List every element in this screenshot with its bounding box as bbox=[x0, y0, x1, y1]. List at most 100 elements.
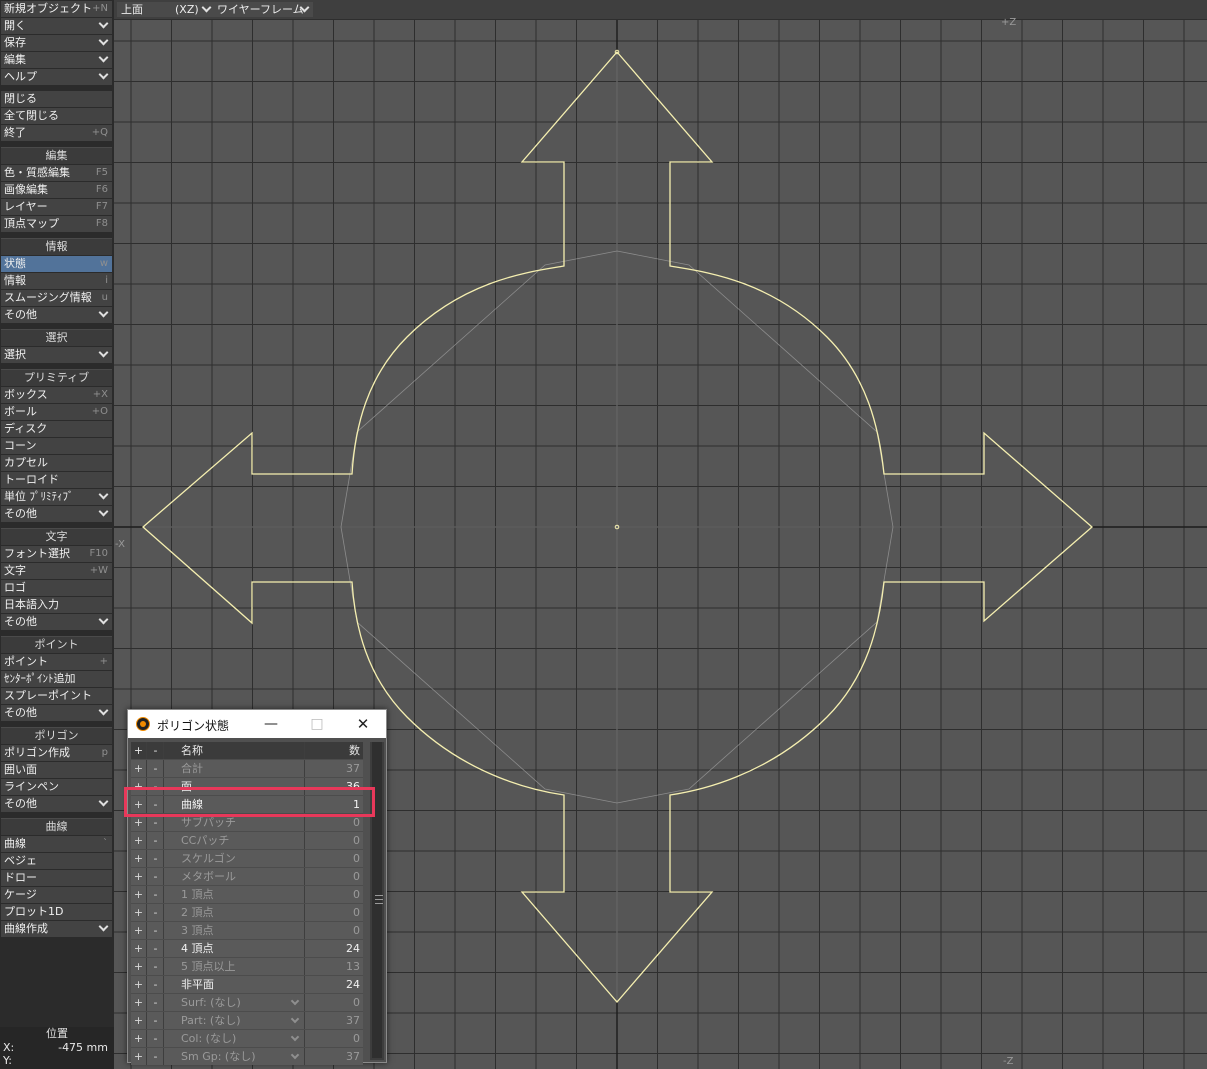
toolbar-button[interactable]: ケージ bbox=[1, 887, 112, 903]
remove-from-selection-button[interactable]: - bbox=[148, 1012, 164, 1029]
toolbar-button[interactable]: カプセル bbox=[1, 455, 112, 471]
add-to-selection-button[interactable]: + bbox=[131, 868, 147, 885]
remove-from-selection-button[interactable]: - bbox=[148, 868, 164, 885]
toolbar-button[interactable]: フォント選択 F10 bbox=[1, 546, 112, 562]
toolbar-button[interactable]: 頂点マップ F8 bbox=[1, 216, 112, 232]
remove-from-selection-button[interactable]: - bbox=[148, 850, 164, 867]
toolbar-button[interactable]: 曲線 ` bbox=[1, 836, 112, 852]
table-row[interactable]: + - 1 頂点 0 bbox=[131, 885, 363, 903]
toolbar-button[interactable]: 終了 +Q bbox=[1, 125, 112, 141]
table-row[interactable]: + - 2 頂点 0 bbox=[131, 903, 363, 921]
toolbar-button[interactable]: 新規オブジェクト +N bbox=[1, 1, 112, 17]
remove-from-selection-button[interactable]: - bbox=[148, 796, 164, 813]
toolbar-dropdown[interactable]: ヘルプ bbox=[1, 69, 112, 85]
toolbar-button[interactable]: プロット1D bbox=[1, 904, 112, 920]
minimize-button[interactable]: — bbox=[260, 714, 282, 734]
toolbar-button[interactable]: ポリゴン作成 p bbox=[1, 745, 112, 761]
add-to-selection-button[interactable]: + bbox=[131, 922, 147, 939]
toolbar-button[interactable]: ポイント + bbox=[1, 654, 112, 670]
add-to-selection-button[interactable]: + bbox=[131, 1030, 147, 1047]
scrollbar[interactable] bbox=[370, 742, 384, 1060]
add-to-selection-button[interactable]: + bbox=[131, 994, 147, 1011]
toolbar-button[interactable]: スプレーポイント bbox=[1, 688, 112, 704]
toolbar-dropdown[interactable]: 編集 bbox=[1, 52, 112, 68]
remove-from-selection-button[interactable]: - bbox=[148, 958, 164, 975]
table-row[interactable]: + - 5 頂点以上 13 bbox=[131, 957, 363, 975]
table-row[interactable]: + - 4 頂点 24 bbox=[131, 939, 363, 957]
remove-from-selection-button[interactable]: - bbox=[148, 940, 164, 957]
table-row[interactable]: + - Surf: (なし) 0 bbox=[131, 993, 363, 1011]
chevron-down-icon[interactable] bbox=[290, 1014, 300, 1024]
add-to-selection-button[interactable]: + bbox=[131, 904, 147, 921]
toolbar-button[interactable]: スムージング情報 u bbox=[1, 290, 112, 306]
table-row[interactable]: + - 曲線 1 bbox=[131, 795, 363, 813]
toolbar-button[interactable]: 日本語入力 bbox=[1, 597, 112, 613]
toolbar-dropdown[interactable]: その他 bbox=[1, 307, 112, 323]
chevron-down-icon[interactable] bbox=[290, 996, 300, 1006]
toolbar-button[interactable]: ディスク bbox=[1, 421, 112, 437]
toolbar-dropdown[interactable]: 曲線作成 bbox=[1, 921, 112, 937]
add-to-selection-button[interactable]: + bbox=[131, 958, 147, 975]
maximize-button[interactable]: □ bbox=[306, 714, 328, 734]
toolbar-button[interactable]: 囲い面 bbox=[1, 762, 112, 778]
view-select[interactable]: 上面 (XZ) bbox=[117, 2, 215, 17]
render-mode-select[interactable]: ワイヤーフレーム bbox=[213, 2, 313, 17]
toolbar-dropdown[interactable]: その他 bbox=[1, 506, 112, 522]
add-to-selection-button[interactable]: + bbox=[131, 832, 147, 849]
toolbar-dropdown[interactable]: その他 bbox=[1, 796, 112, 812]
remove-from-selection-button[interactable]: - bbox=[148, 886, 164, 903]
toolbar-button[interactable]: 文字 +W bbox=[1, 563, 112, 579]
chevron-down-icon[interactable] bbox=[290, 1050, 300, 1060]
toolbar-button[interactable]: 画像編集 F6 bbox=[1, 182, 112, 198]
toolbar-button[interactable]: トーロイド bbox=[1, 472, 112, 488]
scrollbar-thumb[interactable] bbox=[372, 742, 383, 1058]
toolbar-button[interactable]: 全て閉じる bbox=[1, 108, 112, 124]
add-to-selection-button[interactable]: + bbox=[131, 778, 147, 795]
close-button[interactable]: ✕ bbox=[352, 714, 374, 734]
toolbar-button[interactable]: ボックス +X bbox=[1, 387, 112, 403]
remove-from-selection-button[interactable]: - bbox=[148, 1048, 164, 1065]
remove-from-selection-button[interactable]: - bbox=[148, 922, 164, 939]
table-row[interactable]: + - 面 36 bbox=[131, 777, 363, 795]
table-row[interactable]: + - Col: (なし) 0 bbox=[131, 1029, 363, 1047]
toolbar-button[interactable]: ロゴ bbox=[1, 580, 112, 596]
add-to-selection-button[interactable]: + bbox=[131, 976, 147, 993]
window-titlebar[interactable]: ポリゴン状態 — □ ✕ bbox=[128, 710, 386, 738]
remove-from-selection-button[interactable]: - bbox=[148, 1030, 164, 1047]
table-row[interactable]: + - CCパッチ 0 bbox=[131, 831, 363, 849]
add-to-selection-button[interactable]: + bbox=[131, 1048, 147, 1065]
remove-from-selection-button[interactable]: - bbox=[148, 976, 164, 993]
toolbar-button[interactable]: ｾﾝﾀｰﾎﾟｲﾝﾄ追加 bbox=[1, 671, 112, 687]
add-to-selection-button[interactable]: + bbox=[131, 940, 147, 957]
table-row[interactable]: + - スケルゴン 0 bbox=[131, 849, 363, 867]
toolbar-button[interactable]: 色・質感編集 F5 bbox=[1, 165, 112, 181]
toolbar-dropdown[interactable]: その他 bbox=[1, 614, 112, 630]
remove-from-selection-button[interactable]: - bbox=[148, 760, 164, 777]
toolbar-dropdown[interactable]: その他 bbox=[1, 705, 112, 721]
table-row[interactable]: + - サブパッチ 0 bbox=[131, 813, 363, 831]
toolbar-button[interactable]: 状態 w bbox=[1, 256, 112, 272]
add-to-selection-button[interactable]: + bbox=[131, 1012, 147, 1029]
add-to-selection-button[interactable]: + bbox=[131, 886, 147, 903]
toolbar-button[interactable]: コーン bbox=[1, 438, 112, 454]
remove-from-selection-button[interactable]: - bbox=[148, 832, 164, 849]
toolbar-dropdown[interactable]: 開く bbox=[1, 18, 112, 34]
toolbar-button[interactable]: 閉じる bbox=[1, 91, 112, 107]
toolbar-dropdown[interactable]: 保存 bbox=[1, 35, 112, 51]
table-row[interactable]: + - Sm Gp: (なし) 37 bbox=[131, 1047, 363, 1065]
remove-from-selection-button[interactable]: - bbox=[148, 994, 164, 1011]
add-to-selection-button[interactable]: + bbox=[131, 850, 147, 867]
remove-from-selection-button[interactable]: - bbox=[148, 814, 164, 831]
toolbar-button[interactable]: ラインペン bbox=[1, 779, 112, 795]
polygon-stats-window[interactable]: ポリゴン状態 — □ ✕ + - 名称 数 + - 合計 37 + - 面 36 + - 曲線 1 + -… bbox=[127, 709, 387, 1065]
remove-from-selection-button[interactable]: - bbox=[148, 904, 164, 921]
table-row[interactable]: + - 非平面 24 bbox=[131, 975, 363, 993]
add-to-selection-button[interactable]: + bbox=[131, 796, 147, 813]
add-to-selection-button[interactable]: + bbox=[131, 760, 147, 777]
toolbar-button[interactable]: ドロー bbox=[1, 870, 112, 886]
toolbar-button[interactable]: ベジェ bbox=[1, 853, 112, 869]
toolbar-button[interactable]: レイヤー F7 bbox=[1, 199, 112, 215]
chevron-down-icon[interactable] bbox=[290, 1032, 300, 1042]
table-row[interactable]: + - メタボール 0 bbox=[131, 867, 363, 885]
add-to-selection-button[interactable]: + bbox=[131, 814, 147, 831]
